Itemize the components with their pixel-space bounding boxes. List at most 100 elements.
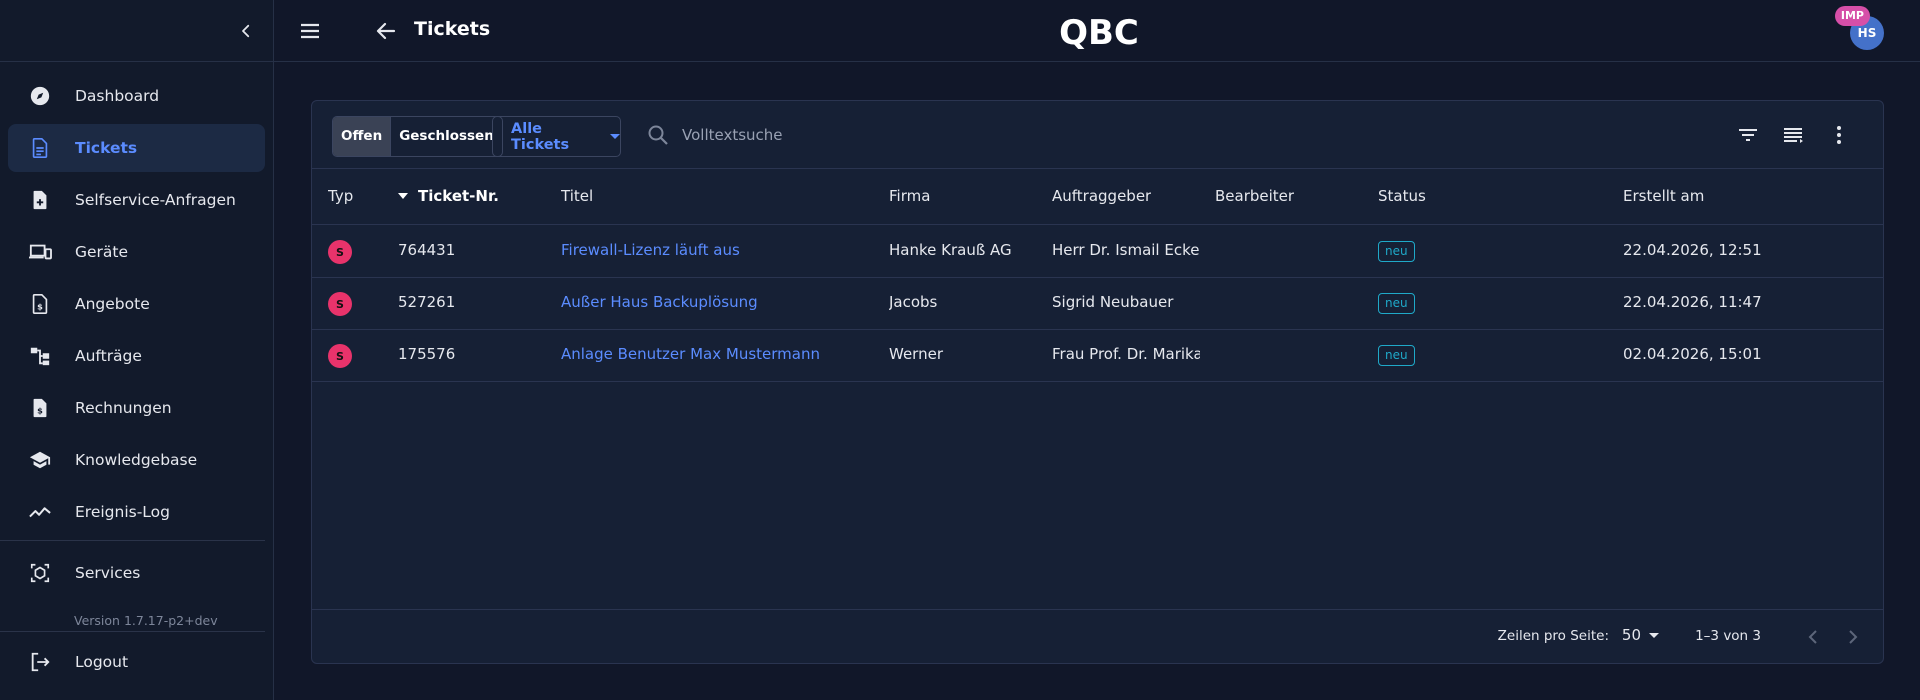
svg-text:QBC: QBC [1059, 13, 1139, 53]
rows-per-page-label: Zeilen pro Seite: [1497, 628, 1609, 644]
toggle-closed[interactable]: Geschlossen [390, 117, 502, 156]
sidebar-item-tickets[interactable]: Tickets [8, 124, 265, 172]
table-row[interactable]: S 175576 Anlage Benutzer Max Mustermann … [312, 330, 1883, 382]
sidebar-item-label: Knowledgebase [75, 451, 198, 469]
rows-per-page-select[interactable]: 50 [1622, 626, 1659, 644]
services-cube-icon [28, 561, 52, 585]
tickets-card: Offen Geschlossen Alle Tickets Typ Ticke… [311, 100, 1884, 664]
ticket-created: 02.04.2026, 15:01 [1623, 345, 1762, 363]
ticket-requester: Sigrid Neubauer [1052, 293, 1174, 311]
column-header-bearbeiter[interactable]: Bearbeiter [1215, 187, 1294, 205]
sort-desc-icon [398, 193, 408, 199]
caret-down-icon [1649, 632, 1659, 638]
sidebar-divider [0, 540, 265, 541]
hamburger-icon [301, 23, 319, 39]
ticket-type-badge: S [328, 240, 352, 264]
column-header-label: Ticket-Nr. [418, 187, 499, 205]
table-pagination: Zeilen pro Seite: 50 1–3 von 3 [312, 609, 1883, 663]
prev-page-button[interactable] [1801, 625, 1825, 649]
density-button[interactable] [1781, 123, 1805, 147]
table-row[interactable]: S 764431 Firewall-Lizenz läuft aus Hanke… [312, 226, 1883, 278]
sidebar-item-label: Dashboard [75, 87, 160, 105]
menu-button[interactable] [298, 19, 322, 43]
list-density-icon [1784, 128, 1803, 143]
ticket-title-link[interactable]: Außer Haus Backuplösung [561, 293, 758, 311]
ticket-requester: Herr Dr. Ismail Eckert I [1052, 241, 1200, 259]
sidebar-divider [0, 631, 265, 632]
arrow-left-icon [376, 22, 396, 40]
sidebar-item-label: Services [75, 564, 141, 582]
logout-label: Logout [75, 653, 129, 671]
chevron-right-icon [1849, 630, 1858, 644]
sidebar-item-dashboard[interactable]: Dashboard [8, 72, 265, 120]
ticket-number: 527261 [398, 293, 456, 311]
sidebar-item-ereignis-log[interactable]: Ereignis-Log [8, 488, 265, 536]
search-input[interactable] [682, 119, 1282, 151]
ticket-company: Hanke Krauß AG [889, 241, 1012, 259]
status-badge: neu [1378, 241, 1415, 262]
ticket-title-link[interactable]: Anlage Benutzer Max Mustermann [561, 345, 820, 363]
column-header-status[interactable]: Status [1378, 187, 1426, 205]
status-badge: neu [1378, 345, 1415, 366]
sidebar-nav: Dashboard Tickets Selfservice-Anfragen G… [0, 62, 273, 641]
sidebar-item-knowledgebase[interactable]: Knowledgebase [8, 436, 265, 484]
table-toolbar: Offen Geschlossen Alle Tickets [312, 101, 1883, 169]
sidebar-item-label: Aufträge [75, 347, 142, 365]
column-header-titel[interactable]: Titel [561, 187, 593, 205]
more-vertical-icon [1837, 126, 1841, 144]
sidebar-item-services[interactable]: Services [8, 549, 265, 597]
compass-icon [28, 84, 52, 108]
back-button[interactable] [374, 19, 398, 43]
caret-down-icon [610, 134, 620, 139]
open-closed-toggle: Offen Geschlossen [332, 116, 503, 157]
chevron-left-icon [242, 24, 250, 38]
ticket-created: 22.04.2026, 11:47 [1623, 293, 1762, 311]
ticket-filter-select[interactable]: Alle Tickets [492, 116, 621, 157]
logout-button[interactable]: Logout [8, 638, 265, 686]
trend-line-icon [28, 500, 52, 524]
filter-button[interactable] [1736, 123, 1760, 147]
table-row[interactable]: S 527261 Außer Haus Backuplösung Jacobs … [312, 278, 1883, 330]
status-badge: neu [1378, 293, 1415, 314]
more-options-button[interactable] [1827, 123, 1851, 147]
column-header-ticket-nr[interactable]: Ticket-Nr. [398, 187, 499, 205]
column-header-firma[interactable]: Firma [889, 187, 930, 205]
next-page-button[interactable] [1841, 625, 1865, 649]
column-header-typ[interactable]: Typ [328, 187, 353, 205]
collapse-sidebar-button[interactable] [233, 18, 259, 44]
ticket-company: Jacobs [889, 293, 938, 311]
qbc-logo: QBC [1059, 13, 1139, 53]
column-header-erstellt[interactable]: Erstellt am [1623, 187, 1704, 205]
search-icon [648, 125, 668, 145]
sidebar-item-angebote[interactable]: $ Angebote [8, 280, 265, 328]
devices-icon [28, 240, 52, 264]
sidebar-item-selfservice[interactable]: Selfservice-Anfragen [8, 176, 265, 224]
logout-icon [28, 650, 52, 674]
ticket-requester: Frau Prof. Dr. Marika K [1052, 345, 1200, 363]
graduation-cap-icon [28, 448, 52, 472]
rows-per-page-value: 50 [1621, 626, 1641, 644]
sidebar-item-label: Tickets [75, 139, 138, 157]
invoice-icon: $ [28, 396, 52, 420]
sidebar-item-label: Geräte [75, 243, 129, 261]
logout-section: Logout [0, 631, 273, 690]
ticket-number: 764431 [398, 241, 456, 259]
sidebar-item-label: Ereignis-Log [75, 503, 170, 521]
ticket-filter-value: Alle Tickets [511, 120, 570, 153]
ticket-title-link[interactable]: Firewall-Lizenz läuft aus [561, 241, 740, 259]
ticket-type-badge: S [328, 344, 352, 368]
toggle-open[interactable]: Offen [333, 117, 391, 156]
sidebar-item-auftraege[interactable]: Aufträge [8, 332, 265, 380]
top-bar: Tickets QBC HS IMP [274, 0, 1920, 62]
sidebar-top [0, 0, 273, 62]
column-header-auftraggeber[interactable]: Auftraggeber [1052, 187, 1151, 205]
ticket-company: Werner [889, 345, 943, 363]
ticket-type-badge: S [328, 292, 352, 316]
sidebar-item-geraete[interactable]: Geräte [8, 228, 265, 276]
sidebar-item-label: Rechnungen [75, 399, 172, 417]
pagination-range: 1–3 von 3 [1695, 628, 1761, 644]
svg-text:$: $ [37, 406, 43, 416]
document-icon [28, 136, 52, 160]
sidebar-item-rechnungen[interactable]: $ Rechnungen [8, 384, 265, 432]
filter-icon [1739, 129, 1757, 141]
